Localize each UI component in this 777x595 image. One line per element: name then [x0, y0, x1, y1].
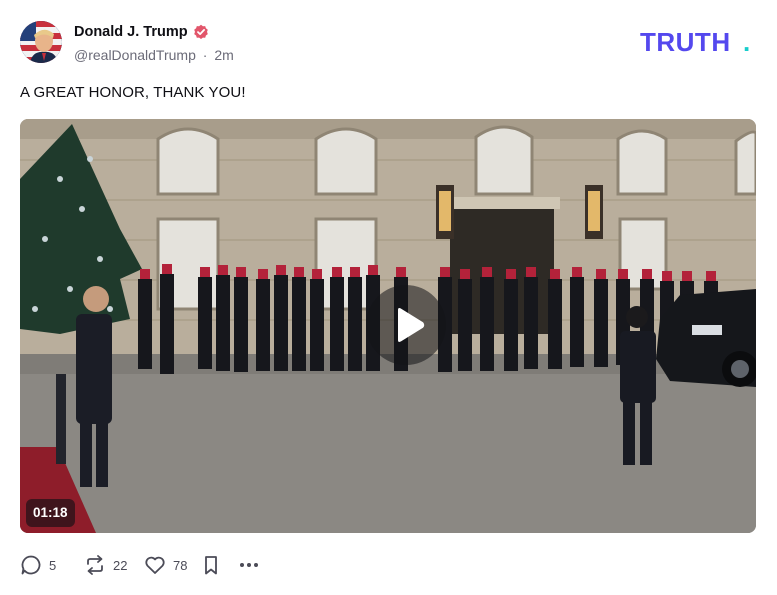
truth-social-logo[interactable]: TRUTH . [640, 27, 756, 57]
retruth-count: 22 [113, 557, 128, 573]
post-card: Donald J. Trump @realDonaldTrump · 2m TR… [0, 0, 777, 595]
logo-dot: . [743, 29, 750, 57]
retruth-icon [87, 555, 103, 575]
post-header: Donald J. Trump @realDonaldTrump · 2m TR… [20, 21, 757, 65]
author-display-name[interactable]: Donald J. Trump [74, 24, 188, 40]
like-count: 78 [173, 557, 188, 573]
post-text: A GREAT HONOR, THANK YOU! [20, 84, 246, 101]
video-player[interactable]: 01:18 [20, 119, 756, 533]
play-button[interactable] [366, 285, 446, 365]
author-block: Donald J. Trump @realDonaldTrump · 2m [74, 23, 234, 63]
author-meta: @realDonaldTrump · 2m [74, 47, 234, 63]
avatar[interactable] [20, 21, 62, 63]
more-icon [240, 563, 258, 567]
video-duration: 01:18 [26, 499, 75, 527]
reply-button[interactable]: 5 [20, 554, 84, 576]
reply-count: 5 [49, 557, 57, 573]
bookmark-button[interactable] [200, 554, 238, 576]
logo-text: TRUTH [640, 29, 731, 57]
reply-icon [21, 555, 41, 575]
heart-icon [145, 556, 165, 574]
more-options-button[interactable] [238, 554, 268, 576]
verified-badge-icon [193, 24, 209, 40]
play-icon [398, 308, 425, 342]
retruth-button[interactable]: 22 [84, 554, 144, 576]
like-button[interactable]: 78 [144, 554, 200, 576]
post-actions: 5 22 78 [20, 550, 268, 580]
meta-separator: · [202, 47, 208, 63]
bookmark-icon [205, 556, 217, 575]
post-timestamp[interactable]: 2m [214, 47, 233, 63]
author-handle[interactable]: @realDonaldTrump [74, 47, 196, 63]
